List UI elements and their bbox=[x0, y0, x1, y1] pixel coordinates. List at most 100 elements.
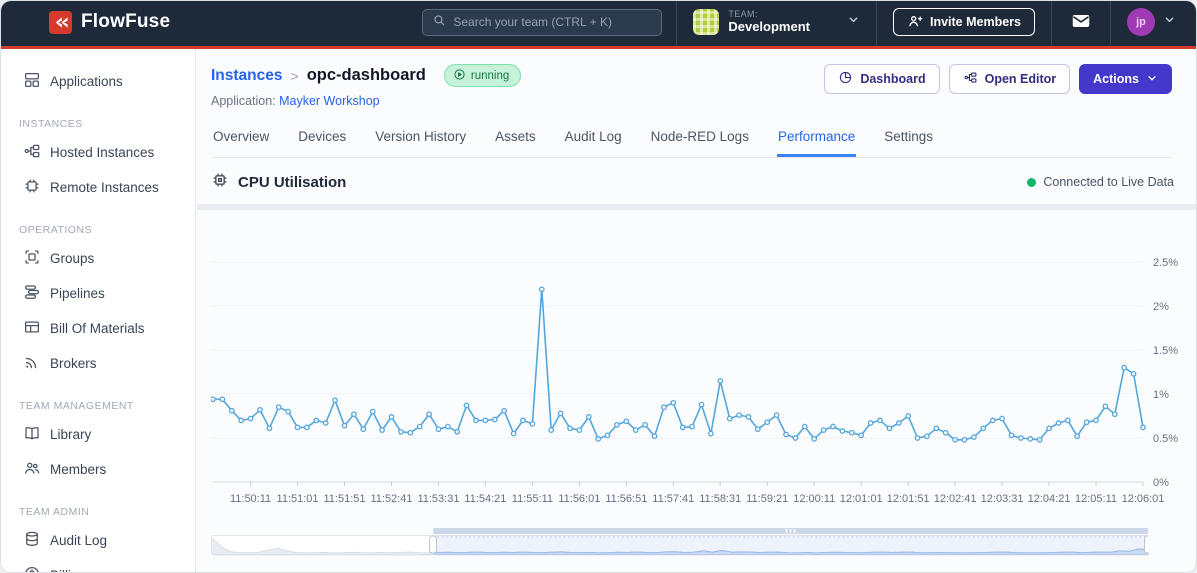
sidebar-item-label: Audit Log bbox=[50, 533, 108, 548]
brokers-icon bbox=[23, 353, 41, 374]
home-link[interactable]: FlowFuse bbox=[49, 10, 171, 34]
tab-performance[interactable]: Performance bbox=[776, 122, 857, 157]
search-input[interactable] bbox=[453, 15, 653, 29]
pipelines-icon bbox=[23, 283, 41, 304]
sidebar-item-label: Pipelines bbox=[50, 286, 105, 301]
sidebar-item-label: Applications bbox=[50, 74, 123, 89]
pie-chart-icon bbox=[838, 70, 853, 88]
actions-label: Actions bbox=[1093, 72, 1139, 86]
team-selector[interactable]: TEAM: Development bbox=[676, 1, 877, 45]
svg-text:1%: 1% bbox=[1153, 389, 1169, 401]
tab-bar: Overview Devices Version History Assets … bbox=[212, 122, 1172, 158]
search-box[interactable] bbox=[422, 8, 663, 36]
tab-assets[interactable]: Assets bbox=[494, 122, 537, 157]
sidebar-item-label: Bill Of Materials bbox=[50, 321, 145, 336]
team-avatar bbox=[693, 9, 720, 35]
chevron-down-icon bbox=[1163, 13, 1176, 31]
mail-icon bbox=[1070, 10, 1092, 35]
status-text: running bbox=[470, 69, 510, 82]
breadcrumb: Instances > opc-dashboard running bbox=[211, 64, 522, 87]
tab-version-history[interactable]: Version History bbox=[374, 122, 467, 157]
breadcrumb-instances-link[interactable]: Instances bbox=[211, 67, 283, 85]
billing-icon bbox=[23, 565, 41, 572]
node-editor-icon bbox=[963, 70, 978, 88]
members-icon bbox=[23, 459, 41, 480]
app-window: FlowFuse TEAM: Development bbox=[1, 1, 1196, 572]
tab-audit-log[interactable]: Audit Log bbox=[564, 122, 623, 157]
open-editor-button[interactable]: Open Editor bbox=[948, 64, 1071, 94]
sidebar-item-library[interactable]: Library bbox=[17, 418, 183, 451]
sidebar-item-applications[interactable]: Applications bbox=[17, 65, 183, 98]
sidebar-item-remote-instances[interactable]: Remote Instances bbox=[17, 171, 183, 204]
live-status: Connected to Live Data bbox=[1027, 175, 1174, 189]
actions-button[interactable]: Actions bbox=[1079, 64, 1172, 94]
svg-text:11:57:41: 11:57:41 bbox=[652, 493, 694, 505]
navbar: FlowFuse TEAM: Development bbox=[1, 1, 1196, 49]
svg-text:2.5%: 2.5% bbox=[1153, 257, 1178, 269]
audit-log-icon bbox=[23, 530, 41, 551]
application-link[interactable]: Mayker Workshop bbox=[279, 94, 380, 108]
chart-range-selector[interactable] bbox=[211, 527, 1149, 561]
library-icon bbox=[23, 424, 41, 445]
tab-overview[interactable]: Overview bbox=[212, 122, 270, 157]
chevron-down-icon bbox=[1146, 72, 1158, 87]
performance-section: CPU Utilisation Connected to Live Data 0… bbox=[197, 158, 1196, 561]
svg-text:12:01:01: 12:01:01 bbox=[840, 493, 883, 505]
cpu-utilisation-chart[interactable]: 0% 0.5% 1% 1.5% 2% 2.5% 11:50:11 11:51:01 11:51:… bbox=[210, 224, 1191, 516]
svg-text:0%: 0% bbox=[1153, 477, 1169, 489]
svg-text:12:02:41: 12:02:41 bbox=[934, 493, 977, 505]
flowfuse-logo-icon bbox=[49, 10, 72, 34]
sidebar-section-instances: INSTANCES bbox=[19, 118, 83, 130]
live-dot-icon bbox=[1027, 177, 1037, 187]
dashboard-button[interactable]: Dashboard bbox=[824, 64, 940, 94]
svg-text:12:00:11: 12:00:11 bbox=[793, 493, 835, 505]
brush-handle-left[interactable] bbox=[429, 535, 438, 554]
dashboard-label: Dashboard bbox=[860, 72, 926, 86]
sidebar-item-audit-log[interactable]: Audit Log bbox=[17, 524, 183, 557]
user-menu[interactable]: jp bbox=[1111, 8, 1176, 36]
sidebar-item-brokers[interactable]: Brokers bbox=[17, 347, 183, 380]
chart-title: CPU Utilisation bbox=[238, 173, 347, 191]
mail-button[interactable] bbox=[1051, 1, 1111, 45]
sidebar-item-billing[interactable]: Billing bbox=[17, 559, 183, 572]
tab-settings[interactable]: Settings bbox=[883, 122, 934, 157]
sidebar-item-pipelines[interactable]: Pipelines bbox=[17, 277, 183, 310]
sidebar-item-members[interactable]: Members bbox=[17, 453, 183, 486]
brand-name: FlowFuse bbox=[81, 11, 171, 32]
svg-text:12:06:01: 12:06:01 bbox=[1122, 493, 1165, 505]
sidebar-section-team-management: TEAM MANAGEMENT bbox=[19, 400, 134, 412]
chart-area: 0% 0.5% 1% 1.5% 2% 2.5% 11:50:11 11:51:01 11:51:… bbox=[197, 210, 1196, 561]
applications-icon bbox=[23, 71, 41, 92]
sidebar-item-label: Hosted Instances bbox=[50, 145, 155, 160]
sidebar-item-label: Billing bbox=[50, 568, 86, 572]
sidebar-item-bill-of-materials[interactable]: Bill Of Materials bbox=[17, 312, 183, 345]
instance-name: opc-dashboard bbox=[306, 66, 426, 84]
svg-text:11:51:01: 11:51:01 bbox=[277, 493, 319, 505]
tab-devices[interactable]: Devices bbox=[297, 122, 347, 157]
user-plus-icon bbox=[907, 13, 923, 32]
bill-of-materials-icon bbox=[23, 318, 41, 339]
sidebar-section-operations: OPERATIONS bbox=[19, 224, 93, 236]
breadcrumb-separator: > bbox=[290, 67, 299, 84]
sidebar-item-label: Members bbox=[50, 462, 107, 477]
status-badge: running bbox=[443, 64, 522, 87]
brush-handle-right[interactable] bbox=[1144, 535, 1150, 554]
navbar-right: TEAM: Development Invite Members jp bbox=[676, 1, 1176, 45]
sidebar: Applications INSTANCES Hosted Instances … bbox=[1, 49, 196, 572]
sidebar-section-team-admin: TEAM ADMIN bbox=[19, 506, 90, 518]
tab-node-red-logs[interactable]: Node-RED Logs bbox=[650, 122, 750, 157]
play-circle-icon bbox=[453, 68, 466, 84]
application-label: Application: bbox=[211, 94, 276, 108]
remote-instances-icon bbox=[23, 177, 41, 198]
invite-members-button[interactable]: Invite Members bbox=[892, 8, 1035, 36]
svg-text:11:53:31: 11:53:31 bbox=[417, 493, 459, 505]
open-editor-label: Open Editor bbox=[984, 72, 1057, 86]
sidebar-item-hosted-instances[interactable]: Hosted Instances bbox=[17, 136, 183, 169]
svg-text:11:55:11: 11:55:11 bbox=[512, 493, 553, 505]
svg-text:11:52:41: 11:52:41 bbox=[370, 493, 412, 505]
svg-text:11:50:11: 11:50:11 bbox=[230, 493, 271, 505]
hosted-instances-icon bbox=[23, 142, 41, 163]
sidebar-item-groups[interactable]: Groups bbox=[17, 242, 183, 275]
svg-text:12:04:21: 12:04:21 bbox=[1028, 493, 1071, 505]
svg-text:12:03:31: 12:03:31 bbox=[981, 493, 1024, 505]
